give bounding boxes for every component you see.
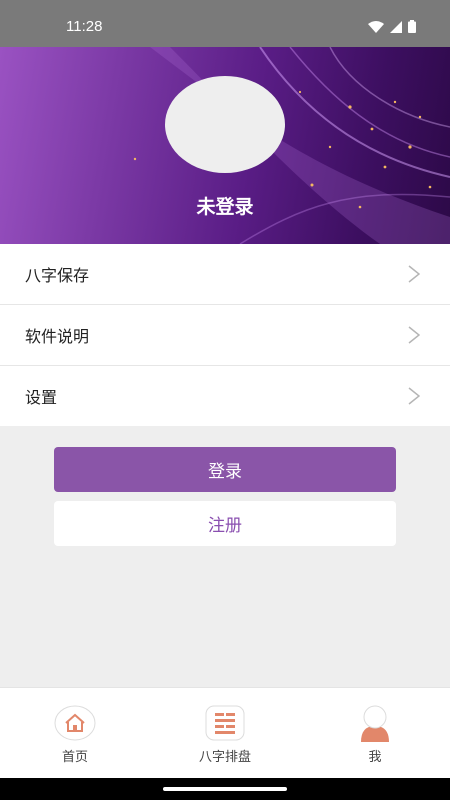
home-gesture-handle[interactable] bbox=[163, 787, 287, 791]
chevron-right-icon bbox=[408, 387, 420, 405]
menu-item-label: 软件说明 bbox=[25, 327, 90, 346]
person-icon bbox=[353, 704, 397, 742]
bazi-grid-icon bbox=[203, 704, 247, 742]
battery-icon bbox=[408, 20, 416, 33]
tab-label: 我 bbox=[368, 750, 382, 765]
profile-header: 未登录 bbox=[0, 47, 450, 244]
status-time: 11:28 bbox=[66, 18, 103, 35]
bottom-tab-bar: 首页 八字排盘 我 bbox=[0, 687, 450, 778]
tab-home[interactable]: 首页 bbox=[0, 688, 150, 779]
register-button[interactable]: 注册 bbox=[54, 501, 396, 546]
menu-item-label: 设置 bbox=[25, 388, 58, 407]
settings-menu: 八字保存 软件说明 设置 bbox=[0, 244, 450, 426]
system-nav-bar bbox=[0, 778, 450, 800]
menu-item-software-info[interactable]: 软件说明 bbox=[0, 305, 450, 366]
tab-bazi-chart[interactable]: 八字排盘 bbox=[150, 688, 300, 779]
avatar[interactable] bbox=[165, 76, 285, 173]
wifi-icon bbox=[368, 20, 384, 33]
login-button[interactable]: 登录 bbox=[54, 447, 396, 492]
tab-label: 八字排盘 bbox=[198, 750, 251, 765]
signal-icon bbox=[390, 20, 402, 33]
menu-item-label: 八字保存 bbox=[25, 266, 90, 285]
tab-label: 首页 bbox=[61, 750, 88, 765]
menu-item-settings[interactable]: 设置 bbox=[0, 366, 450, 426]
chevron-right-icon bbox=[408, 265, 420, 283]
status-bar: 11:28 bbox=[0, 0, 450, 47]
status-icons bbox=[368, 20, 416, 33]
home-icon bbox=[53, 704, 97, 742]
tab-me[interactable]: 我 bbox=[300, 688, 450, 779]
menu-item-bazi-save[interactable]: 八字保存 bbox=[0, 244, 450, 305]
chevron-right-icon bbox=[408, 326, 420, 344]
login-state-label: 未登录 bbox=[196, 196, 254, 218]
